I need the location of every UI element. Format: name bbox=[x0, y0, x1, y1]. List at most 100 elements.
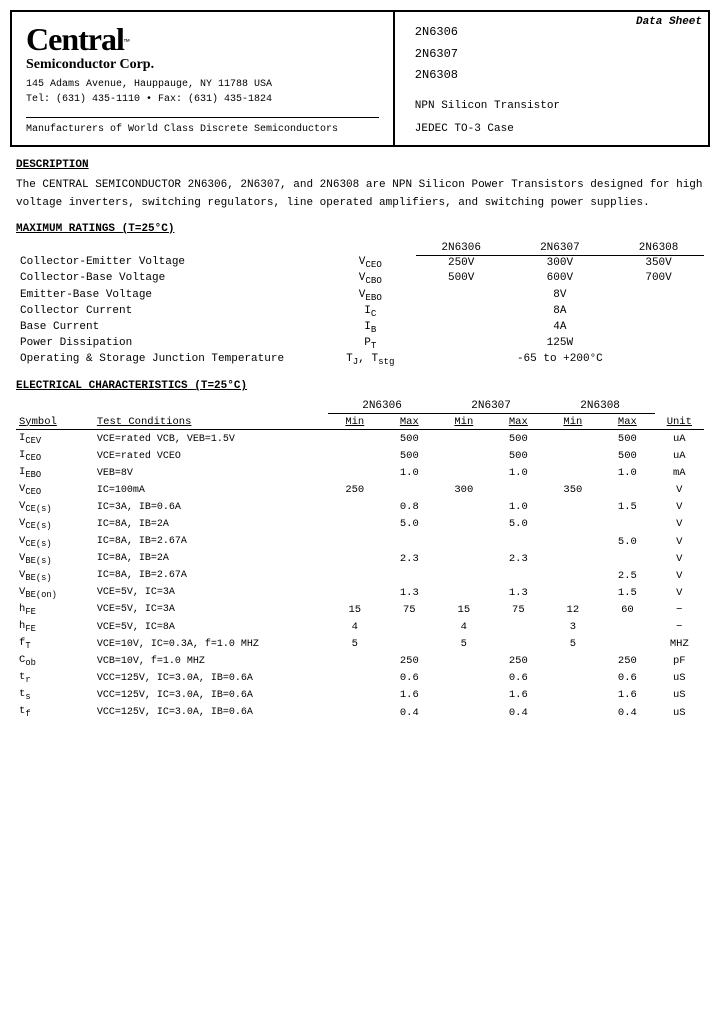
ratings-symbol: TJ, Tstg bbox=[325, 352, 416, 368]
elec-max1 bbox=[382, 619, 437, 636]
ratings-row: Power Dissipation PT 125W bbox=[16, 336, 704, 352]
elec-max2 bbox=[491, 482, 546, 499]
company-name: Central bbox=[26, 21, 124, 57]
ratings-val-6307: -65 to +200°C bbox=[507, 352, 614, 368]
elec-min3 bbox=[546, 516, 601, 533]
company-addr1: 145 Adams Avenue, Hauppauge, NY 11788 US… bbox=[26, 77, 379, 92]
part-num-2: 2N6307 bbox=[415, 44, 688, 66]
elec-min2: 4 bbox=[437, 619, 492, 636]
elec-conditions: VCE=rated VCEO bbox=[94, 448, 328, 465]
ratings-symbol: VCEO bbox=[325, 255, 416, 271]
elec-row: VCE(s) IC=3A, IB=0.6A 0.8 1.0 1.5 V bbox=[16, 499, 704, 516]
elec-min1 bbox=[328, 550, 383, 567]
ratings-param: Collector-Emitter Voltage bbox=[16, 255, 325, 271]
elec-min3 bbox=[546, 533, 601, 550]
elec-row: ts VCC=125V, IC=3.0A, IB=0.6A 1.6 1.6 1.… bbox=[16, 687, 704, 704]
ratings-row: Collector-Base Voltage VCBO 500V 600V 70… bbox=[16, 271, 704, 287]
elec-row: tr VCC=125V, IC=3.0A, IB=0.6A 0.6 0.6 0.… bbox=[16, 670, 704, 687]
elec-col-headers: Symbol Test Conditions Min Max Min Max M… bbox=[16, 414, 704, 430]
col-header-min2: Min bbox=[437, 414, 492, 430]
elec-max2: 1.0 bbox=[491, 499, 546, 516]
ratings-val-6308 bbox=[613, 304, 704, 320]
elec-unit: uA bbox=[655, 430, 704, 448]
elec-min1: 4 bbox=[328, 619, 383, 636]
elec-unit: V bbox=[655, 516, 704, 533]
elec-unit: V bbox=[655, 482, 704, 499]
elec-min1 bbox=[328, 567, 383, 584]
col-header-min1: Min bbox=[328, 414, 383, 430]
elec-max3: 250 bbox=[600, 653, 655, 670]
elec-max2 bbox=[491, 567, 546, 584]
elec-min3 bbox=[546, 448, 601, 465]
elec-max1 bbox=[382, 636, 437, 653]
elec-conditions: IC=8A, IB=2.67A bbox=[94, 533, 328, 550]
elec-unit: V bbox=[655, 499, 704, 516]
elec-conditions: VCE=5V, IC=3A bbox=[94, 584, 328, 601]
elec-min1 bbox=[328, 687, 383, 704]
elec-max3 bbox=[600, 636, 655, 653]
elec-conditions: IC=100mA bbox=[94, 482, 328, 499]
elec-min3: 5 bbox=[546, 636, 601, 653]
elec-conditions: VCE=rated VCB, VEB=1.5V bbox=[94, 430, 328, 448]
elec-min1 bbox=[328, 430, 383, 448]
elec-symbol: VCE(s) bbox=[16, 516, 94, 533]
elec-unit: mA bbox=[655, 465, 704, 482]
ratings-symbol: IB bbox=[325, 320, 416, 336]
ratings-param: Collector Current bbox=[16, 304, 325, 320]
ratings-col-2n6306: 2N6306 bbox=[416, 241, 507, 256]
elec-symbol: ICEV bbox=[16, 430, 94, 448]
elec-row: IEBO VEB=8V 1.0 1.0 1.0 mA bbox=[16, 465, 704, 482]
ratings-row: Emitter-Base Voltage VEBO 8V bbox=[16, 288, 704, 304]
elec-max3: 5.0 bbox=[600, 533, 655, 550]
elec-symbol: VBE(on) bbox=[16, 584, 94, 601]
elec-section: ELECTRICAL CHARACTERISTICS (T=25°C) 2N63… bbox=[16, 380, 704, 721]
content: DESCRIPTION The CENTRAL SEMICONDUCTOR 2N… bbox=[10, 159, 710, 721]
elec-min1 bbox=[328, 533, 383, 550]
elec-max1 bbox=[382, 482, 437, 499]
elec-min3 bbox=[546, 584, 601, 601]
elec-symbol: tr bbox=[16, 670, 94, 687]
ratings-val-6307: 600V bbox=[507, 271, 614, 287]
ratings-symbol: VCBO bbox=[325, 271, 416, 287]
elec-header-2n6308: 2N6308 bbox=[546, 398, 655, 414]
ratings-val-6308 bbox=[613, 320, 704, 336]
elec-conditions: IC=3A, IB=0.6A bbox=[94, 499, 328, 516]
ratings-symbol: PT bbox=[325, 336, 416, 352]
elec-symbol: VCE(s) bbox=[16, 533, 94, 550]
elec-min3 bbox=[546, 465, 601, 482]
elec-max2: 0.6 bbox=[491, 670, 546, 687]
elec-symbol: Cob bbox=[16, 653, 94, 670]
elec-unit: pF bbox=[655, 653, 704, 670]
elec-min2 bbox=[437, 687, 492, 704]
part-numbers: 2N6306 2N6307 2N6308 bbox=[415, 22, 688, 87]
elec-symbol: hFE bbox=[16, 601, 94, 618]
elec-row: VCEO IC=100mA 250 300 350 V bbox=[16, 482, 704, 499]
elec-unit: V bbox=[655, 567, 704, 584]
data-sheet-label: Data Sheet bbox=[636, 16, 702, 28]
elec-symbol: hFE bbox=[16, 619, 94, 636]
elec-min1 bbox=[328, 516, 383, 533]
elec-unit: − bbox=[655, 601, 704, 618]
elec-min3 bbox=[546, 670, 601, 687]
ratings-col-2n6308: 2N6308 bbox=[613, 241, 704, 256]
elec-conditions: IC=8A, IB=2A bbox=[94, 516, 328, 533]
elec-min1 bbox=[328, 704, 383, 721]
elec-symbol: IEBO bbox=[16, 465, 94, 482]
max-ratings-title: MAXIMUM RATINGS (T=25°C) bbox=[16, 223, 704, 235]
elec-max2 bbox=[491, 636, 546, 653]
elec-min1 bbox=[328, 465, 383, 482]
elec-max2 bbox=[491, 619, 546, 636]
elec-row: hFE VCE=5V, IC=3A 15 75 15 75 12 60 − bbox=[16, 601, 704, 618]
company-addr2: Tel: (631) 435-1110 • Fax: (631) 435-182… bbox=[26, 92, 379, 107]
elec-max3: 500 bbox=[600, 448, 655, 465]
ratings-param: Emitter-Base Voltage bbox=[16, 288, 325, 304]
elec-max1: 500 bbox=[382, 430, 437, 448]
elec-symbol: ICEO bbox=[16, 448, 94, 465]
elec-table: 2N6306 2N6307 2N6308 Symbol Test Conditi… bbox=[16, 398, 704, 721]
elec-unit: V bbox=[655, 550, 704, 567]
elec-max3: 2.5 bbox=[600, 567, 655, 584]
elec-row: VBE(s) IC=8A, IB=2A 2.3 2.3 V bbox=[16, 550, 704, 567]
ratings-val-6306 bbox=[416, 304, 507, 320]
elec-symbol: tf bbox=[16, 704, 94, 721]
elec-min3 bbox=[546, 704, 601, 721]
